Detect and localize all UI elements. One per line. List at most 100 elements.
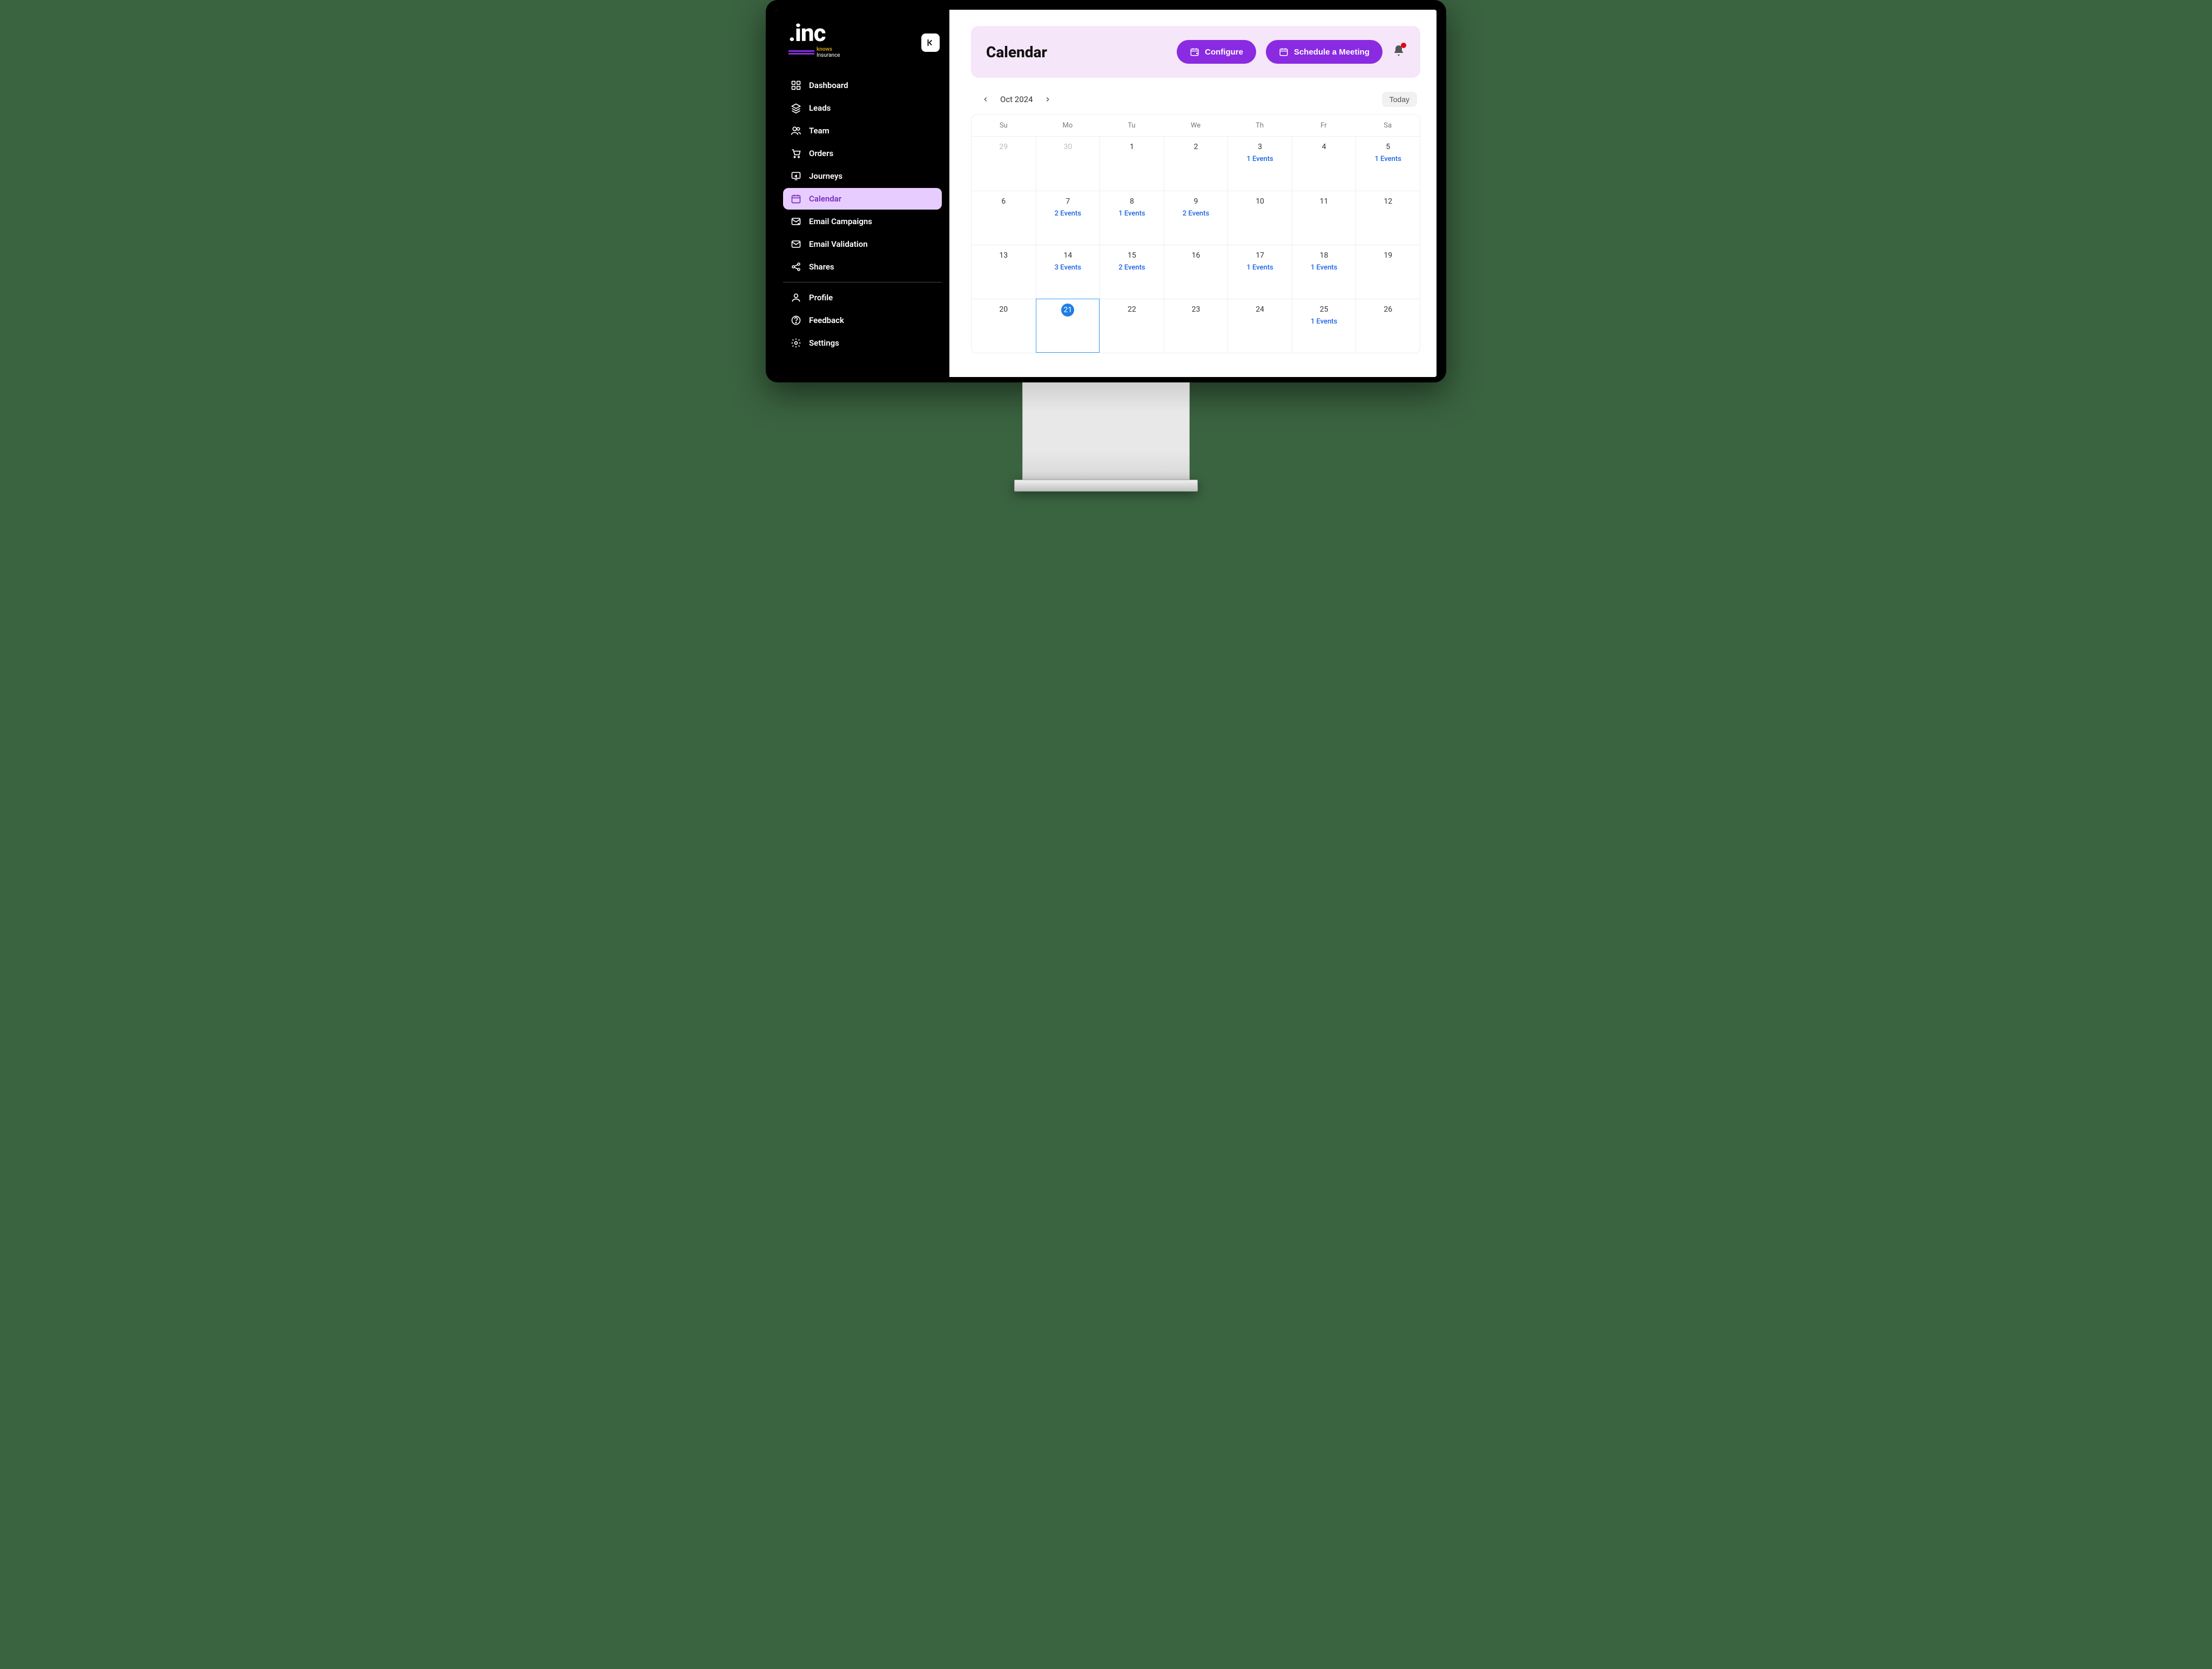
nav-item-label: Dashboard [809, 80, 848, 90]
brand-logo: .inc knows Insurance [788, 23, 840, 58]
events-link[interactable]: 1 Events [1233, 155, 1286, 163]
calendar-day-cell[interactable]: 30 [1036, 137, 1100, 191]
notification-dot-icon [1401, 43, 1406, 48]
notifications-button[interactable] [1392, 44, 1405, 59]
day-number: 17 [1254, 250, 1266, 261]
day-number: 2 [1190, 141, 1202, 153]
events-link[interactable]: 2 Events [1105, 264, 1158, 272]
day-number: 6 [997, 196, 1009, 207]
calendar-plus-icon [1190, 47, 1199, 57]
calendar-day-cell[interactable]: 1 [1100, 137, 1164, 191]
share-icon [791, 261, 801, 272]
prev-month-button[interactable] [981, 95, 990, 104]
events-link[interactable]: 1 Events [1298, 318, 1351, 326]
nav-item-label: Profile [809, 293, 833, 302]
dashboard-icon [791, 80, 801, 91]
calendar-grid: SuMoTuWeThFrSa 29301231 Events451 Events… [971, 115, 1420, 353]
events-link[interactable]: 1 Events [1298, 264, 1351, 272]
next-month-button[interactable] [1043, 95, 1053, 104]
sidebar-item-dashboard[interactable]: Dashboard [783, 75, 942, 96]
day-number: 20 [997, 304, 1009, 315]
sidebar-item-settings[interactable]: Settings [783, 332, 942, 354]
month-label: Oct 2024 [1000, 95, 1033, 104]
calendar-day-cell[interactable]: 26 [1355, 299, 1420, 353]
calendar-day-cell[interactable]: 81 Events [1100, 191, 1164, 245]
day-number: 10 [1254, 196, 1266, 207]
calendar-controls: Oct 2024 Today [971, 78, 1420, 115]
calendar-day-cell[interactable]: 72 Events [1036, 191, 1100, 245]
nav-item-label: Settings [809, 338, 839, 348]
sidebar-item-orders[interactable]: Orders [783, 143, 942, 164]
day-number: 14 [1062, 250, 1074, 261]
nav-item-label: Email Campaigns [809, 217, 872, 226]
day-number: 21 [1061, 304, 1074, 317]
calendar-day-cell[interactable]: 152 Events [1100, 245, 1164, 299]
events-link[interactable]: 1 Events [1105, 210, 1158, 218]
sidebar-item-profile[interactable]: Profile [783, 287, 942, 308]
calendar-day-cell[interactable]: 251 Events [1292, 299, 1356, 353]
calendar-day-cell[interactable]: 18 1 Events [1292, 245, 1356, 299]
main-nav: Dashboard LeadsTeamOrders Journeys Calendar… [783, 75, 942, 278]
calendar-day-cell[interactable]: 21 [1036, 299, 1100, 353]
events-link[interactable]: 1 Events [1233, 264, 1286, 272]
weekday-header: Th [1228, 115, 1292, 136]
day-number: 1 [1126, 141, 1138, 153]
calendar-day-cell[interactable]: 29 [972, 137, 1036, 191]
chevron-left-icon [982, 96, 989, 103]
page-header: Calendar Configure Schedule a Meeting [971, 26, 1420, 78]
calendar-day-cell[interactable]: 4 [1292, 137, 1356, 191]
nav-item-label: Journeys [809, 171, 842, 181]
events-link[interactable]: 2 Events [1042, 210, 1095, 218]
calendar-day-cell[interactable]: 10 [1228, 191, 1292, 245]
calendar-day-cell[interactable]: 13 [972, 245, 1036, 299]
calendar-icon [1279, 47, 1289, 57]
events-link[interactable]: 1 Events [1361, 155, 1414, 163]
page-title: Calendar [986, 43, 1047, 61]
day-number: 11 [1318, 196, 1330, 207]
day-number: 30 [1062, 141, 1074, 153]
sidebar-item-journeys[interactable]: Journeys [783, 165, 942, 187]
events-link[interactable]: 2 Events [1170, 210, 1223, 218]
calendar-day-cell[interactable]: 16 [1164, 245, 1228, 299]
day-number: 12 [1382, 196, 1394, 207]
brand-tagline: knows Insurance [817, 46, 840, 58]
chevron-left-bar-icon [926, 38, 935, 48]
today-button[interactable]: Today [1382, 92, 1417, 107]
calendar-day-cell[interactable]: 19 [1355, 245, 1420, 299]
configure-button[interactable]: Configure [1177, 40, 1256, 64]
calendar-day-cell[interactable]: 92 Events [1164, 191, 1228, 245]
calendar-day-cell[interactable]: 12 [1355, 191, 1420, 245]
sidebar-item-email-campaigns[interactable]: Email Campaigns [783, 211, 942, 232]
sidebar: .inc knows Insurance DashboardLea [775, 10, 949, 377]
calendar-day-cell[interactable]: 51 Events [1355, 137, 1420, 191]
cart-icon [791, 148, 801, 159]
sidebar-collapse-button[interactable] [921, 33, 940, 52]
calendar-day-cell[interactable]: 17 1 Events [1228, 245, 1292, 299]
monitor-icon [791, 171, 801, 181]
calendar-day-cell[interactable]: 11 [1292, 191, 1356, 245]
calendar-day-cell[interactable]: 6 [972, 191, 1036, 245]
calendar-day-cell[interactable]: 2 [1164, 137, 1228, 191]
calendar-day-cell[interactable]: 31 Events [1228, 137, 1292, 191]
day-number: 18 [1318, 250, 1330, 261]
mail-icon [791, 239, 801, 250]
day-number: 13 [997, 250, 1009, 261]
sidebar-item-email-validation[interactable]: Email Validation [783, 233, 942, 255]
sidebar-item-feedback[interactable]: Feedback [783, 309, 942, 331]
sidebar-item-team[interactable]: Team [783, 120, 942, 142]
sidebar-item-calendar[interactable]: Calendar [783, 188, 942, 210]
calendar-day-cell[interactable]: 24 [1228, 299, 1292, 353]
calendar-day-cell[interactable]: 20 [972, 299, 1036, 353]
schedule-meeting-button[interactable]: Schedule a Meeting [1266, 40, 1382, 64]
sidebar-item-leads[interactable]: Leads [783, 97, 942, 119]
calendar-day-cell[interactable]: 23 [1164, 299, 1228, 353]
mail-send-icon [791, 216, 801, 227]
sidebar-item-shares[interactable]: Shares [783, 256, 942, 278]
day-number: 16 [1190, 250, 1202, 261]
calendar-day-cell[interactable]: 14 3 Events [1036, 245, 1100, 299]
day-number: 26 [1382, 304, 1394, 315]
chevron-right-icon [1044, 96, 1051, 103]
events-link[interactable]: 3 Events [1042, 264, 1095, 272]
calendar-day-cell[interactable]: 22 [1100, 299, 1164, 353]
nav-item-label: Shares [809, 262, 834, 272]
